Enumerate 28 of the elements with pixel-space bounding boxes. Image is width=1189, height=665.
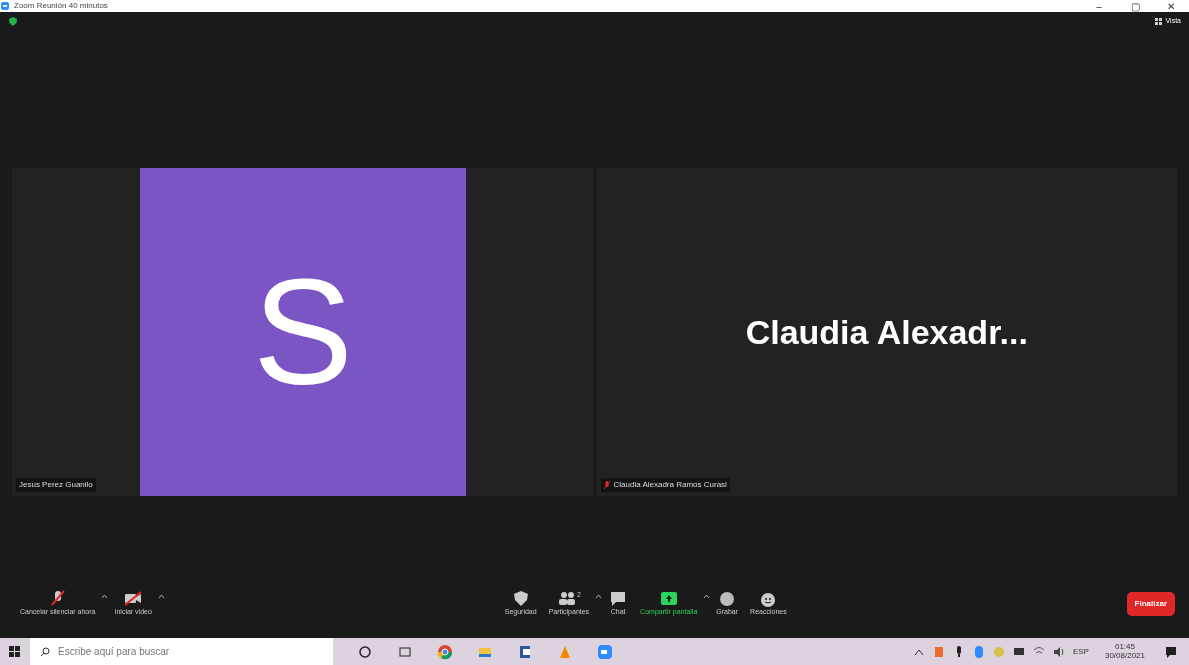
word-icon[interactable] xyxy=(517,643,533,660)
grid-icon xyxy=(1154,17,1162,25)
minimize-button[interactable]: – xyxy=(1081,0,1117,14)
caret-icon[interactable] xyxy=(101,594,109,600)
shield-icon xyxy=(8,16,18,27)
participant-label: Claudia Alexadra Ramos Curasi xyxy=(613,479,727,491)
chrome-icon[interactable] xyxy=(437,643,453,660)
clock-time[interactable]: 01:45 xyxy=(1114,642,1135,652)
cortana-icon[interactable] xyxy=(357,643,373,660)
end-meeting-button[interactable]: Finalizar xyxy=(1126,592,1175,616)
participant-label: Jesus Perez Guanilo xyxy=(19,479,93,491)
participant-name: Claudia Alexadr... xyxy=(745,311,1028,353)
caret-icon[interactable] xyxy=(595,594,603,600)
video-off-icon xyxy=(123,590,144,608)
search-field[interactable]: Escribe aquí para buscar xyxy=(56,643,316,660)
caret-icon[interactable] xyxy=(157,594,165,600)
search-box[interactable]: Escribe aquí para buscar xyxy=(30,638,333,665)
avatar-initial: S xyxy=(140,168,466,496)
zoom-app-icon[interactable] xyxy=(597,643,613,660)
search-icon xyxy=(40,646,50,657)
window-title: Zoom Reunión 40 minutos xyxy=(14,0,109,12)
people-icon xyxy=(556,590,577,608)
language-indicator[interactable]: ESP xyxy=(1072,645,1089,658)
clock-date[interactable]: 30/08/2021 xyxy=(1104,651,1145,661)
restore-button[interactable]: ▢ xyxy=(1117,0,1153,14)
share-screen-icon xyxy=(658,590,679,608)
caret-icon[interactable] xyxy=(703,594,711,600)
close-button[interactable]: ✕ xyxy=(1153,0,1189,14)
